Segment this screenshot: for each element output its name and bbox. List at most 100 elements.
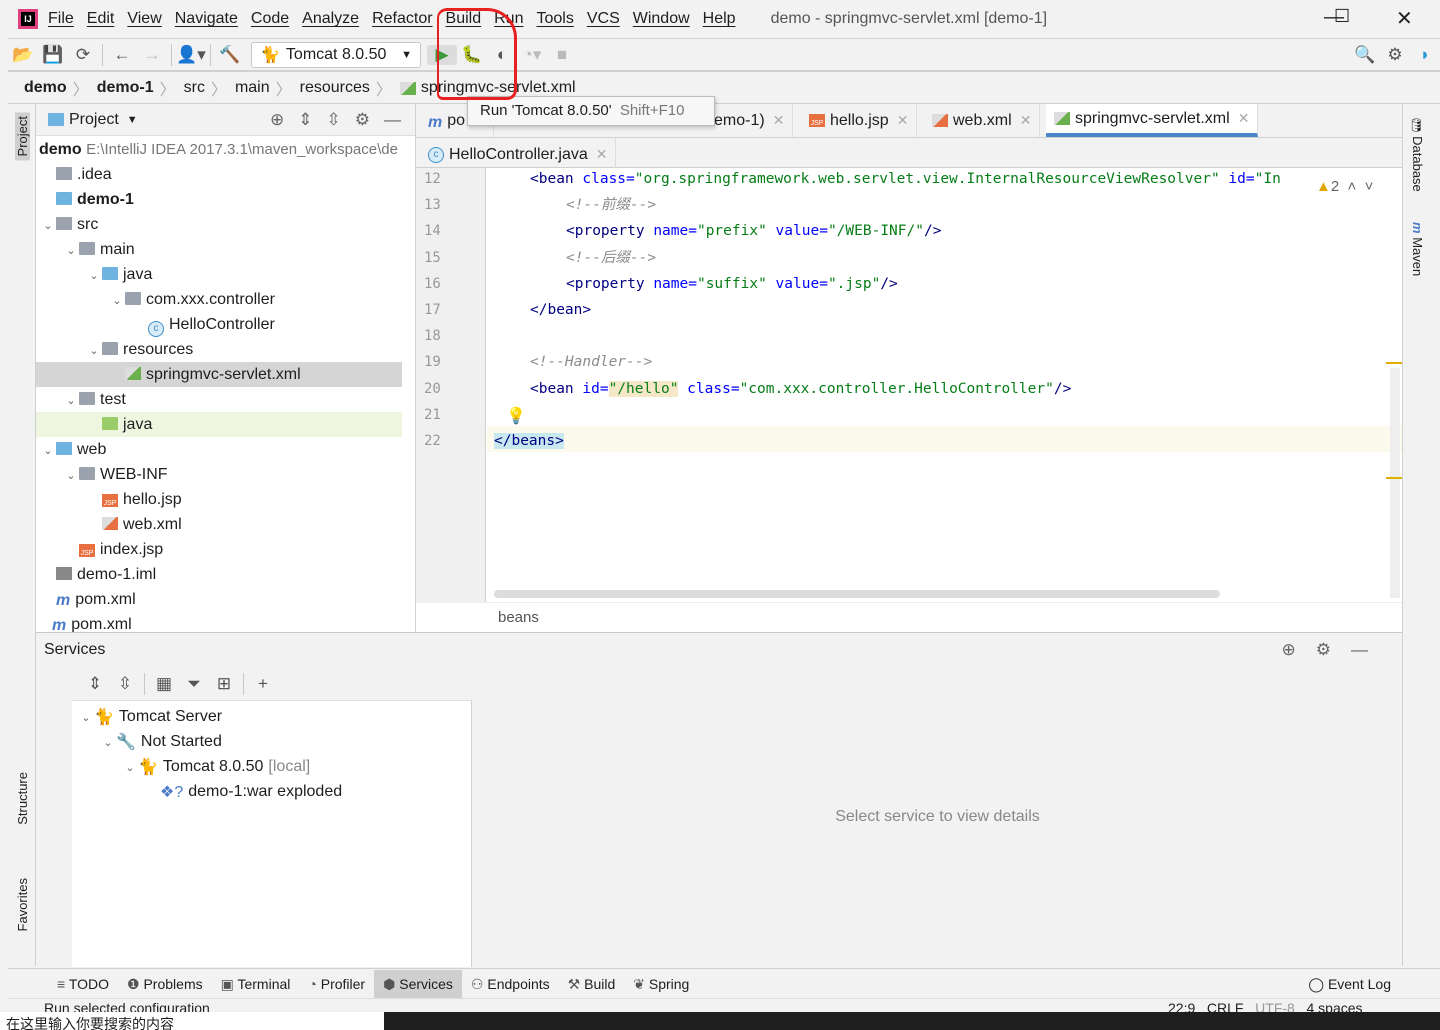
caret-position[interactable]: 22:9 — [1168, 1000, 1195, 1012]
structure-tool-button[interactable]: Structure — [15, 772, 30, 825]
tree-item[interactable]: m pom.xml — [36, 587, 402, 612]
database-tool-button[interactable]: 🛢 Database — [1410, 116, 1425, 192]
tree-item[interactable]: JSP hello.jsp — [36, 487, 402, 512]
save-icon[interactable]: 💾 — [38, 45, 68, 65]
open-folder-icon[interactable]: 📂 — [8, 45, 38, 65]
tree-item[interactable]: demo-1 — [36, 187, 402, 212]
menu-edit[interactable]: Edit — [87, 10, 115, 28]
bottom-tab-spring[interactable]: ❦ Spring — [624, 970, 698, 998]
chevron-down-icon[interactable]: ⌄ — [63, 464, 79, 489]
project-root[interactable]: demo E:\IntelliJ IDEA 2017.3.1\maven_wor… — [36, 137, 402, 162]
breadcrumb-item[interactable]: demo-1 — [97, 79, 154, 97]
breadcrumb-item[interactable]: demo — [24, 79, 67, 97]
menu-file[interactable]: File — [48, 10, 74, 28]
group-by-icon[interactable]: ▦ — [149, 674, 179, 694]
close-tab-icon[interactable]: ✕ — [897, 112, 909, 129]
service-tree-item[interactable]: ⌄ 🐈 Tomcat Server — [72, 704, 438, 729]
chevron-down-icon[interactable]: ⌄ — [63, 389, 79, 414]
menu-analyze[interactable]: Analyze — [302, 10, 359, 28]
breadcrumb-item[interactable]: main — [235, 79, 270, 97]
gear-icon[interactable]: ⚙ — [1380, 45, 1410, 65]
tree-item[interactable]: ⌄ resources — [36, 337, 402, 362]
chevron-down-icon[interactable]: ⌄ — [100, 731, 116, 756]
bottom-tab-problems[interactable]: ❶ Problems — [118, 970, 212, 998]
search-icon[interactable]: 🔍 — [1350, 45, 1380, 65]
expand-all-icon[interactable]: ⇕ — [80, 674, 110, 694]
editor-tab[interactable]: emo-1) ✕ — [706, 104, 794, 137]
filter-icon[interactable]: ⏷ — [179, 674, 209, 694]
project-view-select[interactable]: Project — [69, 111, 119, 129]
close-tab-icon[interactable]: ✕ — [773, 112, 785, 129]
chevron-down-icon[interactable]: ▼ — [127, 114, 138, 126]
maximize-button[interactable]: ☐ — [1334, 6, 1350, 27]
breadcrumb-item[interactable]: src — [184, 79, 205, 97]
tree-item[interactable]: web.xml — [36, 512, 402, 537]
close-tab-icon[interactable]: ✕ — [1020, 112, 1032, 129]
menu-code[interactable]: Code — [251, 10, 289, 28]
vertical-scrollbar[interactable] — [1390, 368, 1400, 598]
line-separator[interactable]: CRLF — [1207, 1000, 1244, 1012]
tree-item[interactable]: ⌄ main — [36, 237, 402, 262]
chevron-down-icon[interactable]: ⌄ — [63, 239, 79, 264]
tree-item[interactable]: ⌄ src — [36, 212, 402, 237]
close-tab-icon[interactable]: ✕ — [596, 146, 608, 163]
bottom-tab-services[interactable]: ⬢ Services — [374, 969, 462, 998]
tree-item[interactable]: ⌄ java — [36, 262, 402, 287]
service-tree-item[interactable]: ⌄ 🔧 Not Started — [72, 729, 438, 754]
bottom-tab-build[interactable]: ⚒ Build — [559, 970, 625, 998]
bottom-tab-terminal[interactable]: ▣ Terminal — [212, 970, 300, 998]
back-icon[interactable]: ← — [107, 45, 137, 65]
services-header-actions[interactable]: ⊕⚙— — [1282, 640, 1388, 660]
chevron-down-icon[interactable]: ⌄ — [109, 289, 125, 314]
run-configuration-select[interactable]: 🐈 Tomcat 8.0.50 ▼ — [251, 41, 421, 68]
favorites-tool-button[interactable]: Favorites — [15, 878, 30, 931]
close-tab-icon[interactable]: ✕ — [1238, 110, 1250, 127]
tree-item[interactable]: ⌄ com.xxx.controller — [36, 287, 402, 312]
horizontal-scrollbar[interactable] — [494, 590, 1220, 598]
lightbulb-icon[interactable]: 💡 — [506, 406, 526, 426]
menu-tools[interactable]: Tools — [536, 10, 573, 28]
tree-item[interactable]: ⌄ test — [36, 387, 402, 412]
tree-item[interactable]: JSP index.jsp — [36, 537, 402, 562]
event-log-button[interactable]: ◯ Event Log — [1299, 970, 1400, 998]
editor-tab[interactable]: web.xml ✕ — [924, 104, 1041, 137]
close-button[interactable]: ✕ — [1396, 6, 1413, 31]
maven-tool-button[interactable]: m Maven — [1410, 222, 1425, 276]
inspection-widget[interactable]: ▲2 ˄ ˅ — [1316, 178, 1373, 195]
menu-refactor[interactable]: Refactor — [372, 10, 432, 28]
code-editor[interactable]: 12 13 14 15 16 17 18 19 20 21 22 <bean class="org.… — [416, 168, 1404, 602]
tree-item[interactable]: .idea — [36, 162, 402, 187]
service-tree-item[interactable]: ⌄ 🐈 Tomcat 8.0.50 [local] — [72, 754, 438, 779]
tree-item[interactable]: ⌄ WEB-INF — [36, 462, 402, 487]
file-encoding[interactable]: UTF-8 — [1255, 1000, 1295, 1012]
indent-setting[interactable]: 4 spaces — [1307, 1000, 1363, 1012]
panel-actions[interactable]: ⊕⇕⇳⚙— — [270, 110, 415, 130]
tree-item[interactable]: java — [36, 412, 402, 437]
editor-tab[interactable]: c HelloController.java ✕ — [420, 138, 617, 171]
tree-item[interactable]: demo-1.iml — [36, 562, 402, 587]
chevron-down-icon[interactable]: ⌄ — [78, 706, 94, 731]
chevron-down-icon[interactable]: ⌄ — [40, 214, 56, 239]
chevron-down-icon[interactable]: ⌄ — [40, 439, 56, 464]
taskbar-search[interactable]: 在这里输入你要搜索的内容 — [0, 1012, 384, 1030]
forward-icon[interactable]: → — [137, 45, 167, 65]
sync-icon[interactable]: ⟳ — [68, 45, 98, 65]
add-service-icon[interactable]: + — [248, 674, 278, 694]
chevron-down-icon[interactable]: ⌄ — [122, 756, 138, 781]
chevron-down-icon[interactable]: ⌄ — [86, 264, 102, 289]
bottom-tab-profiler[interactable]: ◔ Profiler — [299, 970, 374, 998]
profile-icon[interactable]: ◔▾ — [517, 45, 547, 65]
menu-help[interactable]: Help — [703, 10, 736, 28]
new-tab-icon[interactable]: ⊞ — [209, 674, 239, 694]
editor-breadcrumb[interactable]: beans — [416, 602, 1402, 632]
breadcrumb-item[interactable]: resources — [300, 79, 370, 97]
service-tree-item[interactable]: ❖? demo-1:war exploded — [72, 779, 438, 804]
stop-icon[interactable]: ■ — [547, 45, 577, 65]
bottom-tab-todo[interactable]: ≡ TODO — [48, 970, 118, 998]
menu-vcs[interactable]: VCS — [587, 10, 620, 28]
tree-item[interactable]: ⌄ web — [36, 437, 402, 462]
toolbox-icon[interactable]: ◗ — [1410, 45, 1440, 65]
build-hammer-icon[interactable]: 🔨 — [215, 45, 245, 65]
user-icon[interactable]: 👤▾ — [176, 45, 206, 65]
menu-window[interactable]: Window — [633, 10, 690, 28]
